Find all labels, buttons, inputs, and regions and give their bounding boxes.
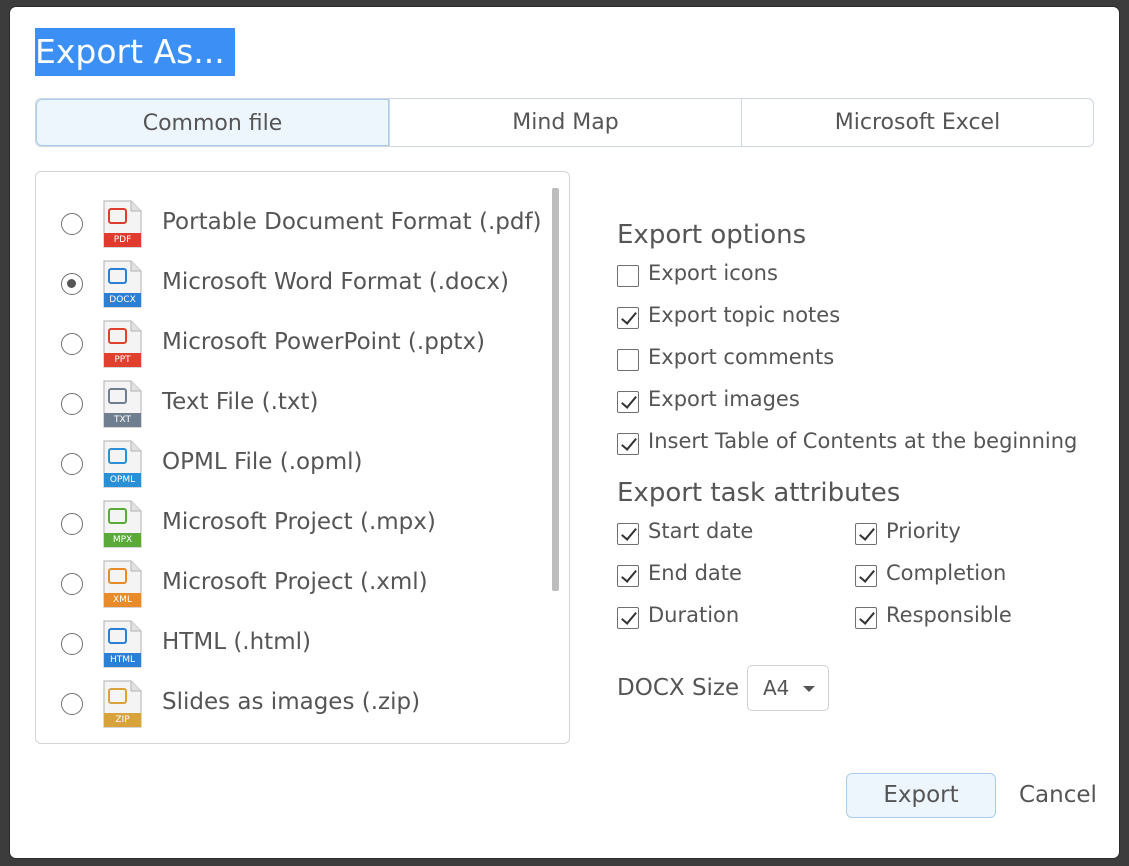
opml-file-icon: OPML	[103, 440, 142, 488]
checkbox[interactable]	[617, 607, 639, 629]
checkbox-label: End date	[648, 561, 742, 585]
checkbox[interactable]	[855, 565, 877, 587]
format-list: PDF Portable Document Format (.pdf) DOCX Mi…	[35, 171, 570, 744]
format-label: Microsoft Word Format (.docx)	[162, 269, 509, 295]
cancel-button[interactable]: Cancel	[1019, 782, 1097, 808]
checkbox[interactable]	[855, 607, 877, 629]
format-label: Portable Document Format (.pdf)	[162, 209, 542, 235]
file-type-tag: MPX	[112, 535, 133, 545]
format-radio[interactable]	[61, 633, 83, 655]
xml-file-icon: XML	[103, 560, 142, 608]
format-radio[interactable]	[61, 693, 83, 715]
format-radio[interactable]	[61, 273, 83, 295]
format-radio[interactable]	[61, 213, 83, 235]
file-type-tag: PDF	[113, 235, 132, 245]
format-label: HTML (.html)	[162, 629, 311, 655]
task-attributes-heading: Export task attributes	[617, 478, 901, 508]
file-type-tag: DOCX	[109, 295, 136, 305]
tab-mind-map[interactable]: Mind Map	[389, 99, 741, 146]
format-radio[interactable]	[61, 573, 83, 595]
format-option[interactable]: MPX Microsoft Project (.mpx)	[36, 495, 546, 555]
dialog-title: Export As...	[35, 28, 235, 76]
format-label: Text File (.txt)	[162, 389, 319, 415]
format-radio[interactable]	[61, 453, 83, 475]
format-option[interactable]: OPML OPML File (.opml)	[36, 435, 546, 495]
pdf-file-icon: PDF	[103, 200, 142, 248]
checkbox-label: Responsible	[886, 603, 1012, 627]
checkbox-label: Duration	[648, 603, 740, 627]
checkbox-label: Start date	[648, 519, 754, 543]
mpx-file-icon: MPX	[103, 500, 142, 548]
format-option[interactable]: ZIP Slides as images (.zip)	[36, 675, 546, 735]
zip-file-icon: ZIP	[103, 680, 142, 728]
format-radio[interactable]	[61, 513, 83, 535]
docx-size-select[interactable]: A4	[747, 665, 829, 711]
format-label: Slides as images (.zip)	[162, 689, 421, 715]
txt-file-icon: TXT	[103, 380, 142, 428]
checkbox-label: Export images	[648, 387, 800, 411]
file-type-tag: XML	[113, 595, 132, 605]
checkbox[interactable]	[617, 565, 639, 587]
format-option[interactable]: HTML HTML (.html)	[36, 615, 546, 675]
html-file-icon: HTML	[103, 620, 142, 668]
export-options-heading: Export options	[617, 220, 807, 250]
checkbox-label: Export topic notes	[648, 303, 841, 327]
checkbox[interactable]	[617, 391, 639, 413]
tab-bar: Common file Mind Map Microsoft Excel	[35, 98, 1094, 147]
format-label: Microsoft Project (.xml)	[162, 569, 428, 595]
format-label: Microsoft PowerPoint (.pptx)	[162, 329, 486, 355]
checkbox-label: Export icons	[648, 261, 778, 285]
format-option[interactable]: PDF Portable Document Format (.pdf)	[36, 195, 546, 255]
tab-microsoft-excel[interactable]: Microsoft Excel	[741, 99, 1093, 146]
file-type-tag: ZIP	[115, 715, 130, 725]
checkbox[interactable]	[617, 307, 639, 329]
docx-size-value: A4	[763, 676, 790, 700]
tab-common-file[interactable]: Common file	[36, 99, 389, 146]
format-option[interactable]: PPT Microsoft PowerPoint (.pptx)	[36, 315, 546, 375]
checkbox[interactable]	[617, 523, 639, 545]
file-type-tag: PPT	[114, 355, 131, 365]
file-type-tag: TXT	[113, 415, 131, 425]
checkbox[interactable]	[855, 523, 877, 545]
chevron-down-icon	[803, 686, 815, 692]
checkbox-label: Completion	[886, 561, 1007, 585]
format-option[interactable]: DOCX Microsoft Word Format (.docx)	[36, 255, 546, 315]
export-dialog: Export As... Common file Mind Map Micros…	[10, 7, 1119, 858]
pptx-file-icon: PPT	[103, 320, 142, 368]
format-radio[interactable]	[61, 333, 83, 355]
checkbox[interactable]	[617, 349, 639, 371]
file-type-tag: HTML	[109, 655, 136, 665]
checkbox[interactable]	[617, 265, 639, 287]
format-option[interactable]: XML Microsoft Project (.xml)	[36, 555, 546, 615]
file-type-tag: OPML	[109, 475, 136, 485]
docx-size-label: DOCX Size	[617, 675, 740, 701]
format-list-scrollbar[interactable]	[552, 188, 559, 591]
format-label: Microsoft Project (.mpx)	[162, 509, 436, 535]
docx-file-icon: DOCX	[103, 260, 142, 308]
checkbox[interactable]	[617, 433, 639, 455]
format-label: OPML File (.opml)	[162, 449, 363, 475]
export-button[interactable]: Export	[846, 773, 996, 818]
format-option[interactable]: TXT Text File (.txt)	[36, 375, 546, 435]
checkbox-label: Priority	[886, 519, 961, 543]
checkbox-label: Export comments	[648, 345, 835, 369]
checkbox-label: Insert Table of Contents at the beginnin…	[648, 429, 1078, 453]
format-radio[interactable]	[61, 393, 83, 415]
